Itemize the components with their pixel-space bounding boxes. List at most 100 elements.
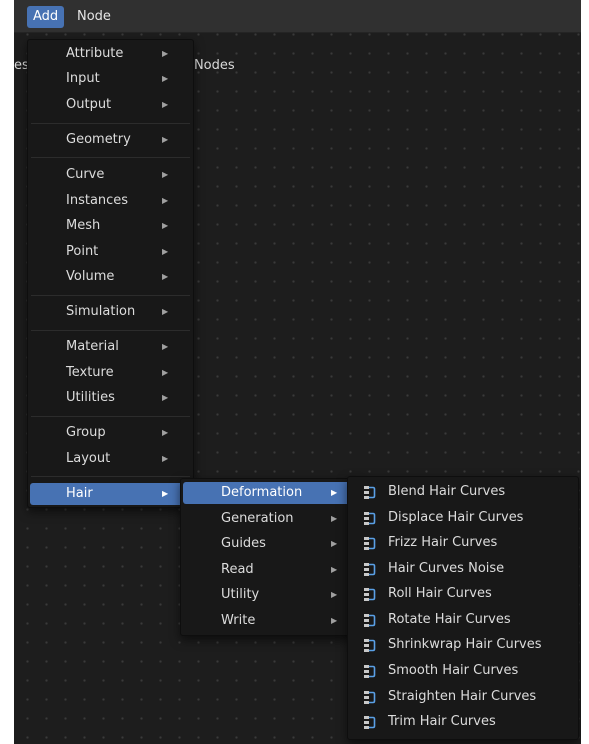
menu-item-simulation[interactable]: Simulation ▶ xyxy=(30,301,191,323)
node-group-icon xyxy=(364,716,376,729)
submenu-arrow-icon: ▶ xyxy=(162,272,169,281)
submenu-arrow-icon: ▶ xyxy=(162,489,169,498)
node-menu-button[interactable]: Node xyxy=(71,6,117,28)
menu-item-mesh[interactable]: Mesh ▶ xyxy=(30,215,191,237)
menu-item-displace-hair-curves[interactable]: Displace Hair Curves xyxy=(350,507,576,529)
menu-item-label: Volume xyxy=(66,269,115,284)
editor-header: Add Node xyxy=(14,0,581,33)
menu-item-input[interactable]: Input ▶ xyxy=(30,68,191,90)
menu-item-output[interactable]: Output ▶ xyxy=(30,94,191,116)
menu-item-utility[interactable]: Utility ▶ xyxy=(183,584,355,606)
menu-separator xyxy=(31,157,190,158)
menu-item-label: Hair Curves Noise xyxy=(388,561,505,576)
menu-item-label: Material xyxy=(66,339,119,354)
submenu-arrow-icon: ▶ xyxy=(331,539,338,548)
menu-item-trim-hair-curves[interactable]: Trim Hair Curves xyxy=(350,711,576,733)
node-group-icon xyxy=(364,563,376,576)
hair-submenu: Deformation ▶ Generation ▶ Guides ▶ Read ▶ U… xyxy=(180,478,358,636)
menu-item-utilities[interactable]: Utilities ▶ xyxy=(30,387,191,409)
menu-item-label: Displace Hair Curves xyxy=(388,510,524,525)
menu-separator xyxy=(31,476,190,477)
menu-item-generation[interactable]: Generation ▶ xyxy=(183,508,355,530)
node-group-icon xyxy=(364,512,376,525)
submenu-arrow-icon: ▶ xyxy=(331,590,338,599)
menu-item-point[interactable]: Point ▶ xyxy=(30,241,191,263)
menu-item-deformation[interactable]: Deformation ▶ xyxy=(183,482,355,504)
menu-item-label: Mesh xyxy=(66,218,101,233)
node-group-icon xyxy=(364,691,376,704)
menu-item-label: Texture xyxy=(66,365,114,380)
node-group-icon xyxy=(364,614,376,627)
menu-item-write[interactable]: Write ▶ xyxy=(183,610,355,632)
submenu-arrow-icon: ▶ xyxy=(162,170,169,179)
menu-item-hair[interactable]: Hair ▶ xyxy=(30,483,191,505)
submenu-arrow-icon: ▶ xyxy=(162,221,169,230)
menu-item-label: Group xyxy=(66,425,106,440)
submenu-arrow-icon: ▶ xyxy=(162,74,169,83)
menu-separator xyxy=(31,123,190,124)
menu-item-blend-hair-curves[interactable]: Blend Hair Curves xyxy=(350,481,576,503)
menu-item-roll-hair-curves[interactable]: Roll Hair Curves xyxy=(350,583,576,605)
node-editor[interactable]: es▶Geometry Nodes Add Node Attribute▶ In… xyxy=(14,0,581,744)
menu-item-label: Blend Hair Curves xyxy=(388,484,506,499)
menu-item-label: Trim Hair Curves xyxy=(388,714,496,729)
menu-item-hair-curves-noise[interactable]: Hair Curves Noise xyxy=(350,558,576,580)
submenu-arrow-icon: ▶ xyxy=(162,307,169,316)
submenu-arrow-icon: ▶ xyxy=(162,135,169,144)
submenu-arrow-icon: ▶ xyxy=(162,342,169,351)
menu-item-label: Generation xyxy=(221,511,294,526)
deformation-submenu: Blend Hair Curves Displace Hair Curves F… xyxy=(347,476,579,740)
menu-item-label: Layout xyxy=(66,451,111,466)
menu-item-material[interactable]: Material ▶ xyxy=(30,336,191,358)
menu-item-label: Utilities xyxy=(66,390,115,405)
menu-separator xyxy=(31,295,190,296)
menu-item-label: Simulation xyxy=(66,304,136,319)
menu-item-smooth-hair-curves[interactable]: Smooth Hair Curves xyxy=(350,660,576,682)
menu-item-label: Shrinkwrap Hair Curves xyxy=(388,637,542,652)
submenu-arrow-icon: ▶ xyxy=(331,565,338,574)
submenu-arrow-icon: ▶ xyxy=(162,393,169,402)
menu-item-curve[interactable]: Curve ▶ xyxy=(30,164,191,186)
menu-item-label: Hair xyxy=(66,486,93,501)
menu-item-layout[interactable]: Layout ▶ xyxy=(30,448,191,470)
menu-item-label: Roll Hair Curves xyxy=(388,586,492,601)
submenu-arrow-icon: ▶ xyxy=(162,454,169,463)
submenu-arrow-icon: ▶ xyxy=(162,100,169,109)
add-menu-button[interactable]: Add xyxy=(27,6,65,28)
add-menu: Attribute ▶ Input ▶ Output ▶ Geometry ▶ Curv… xyxy=(27,39,194,508)
submenu-arrow-icon: ▶ xyxy=(331,616,338,625)
node-group-icon xyxy=(364,537,376,550)
menu-item-volume[interactable]: Volume ▶ xyxy=(30,266,191,288)
menu-item-label: Rotate Hair Curves xyxy=(388,612,511,627)
submenu-arrow-icon: ▶ xyxy=(162,196,169,205)
submenu-arrow-icon: ▶ xyxy=(331,488,338,497)
menu-item-guides[interactable]: Guides ▶ xyxy=(183,533,355,555)
menu-item-label: Deformation xyxy=(221,485,303,500)
menu-item-texture[interactable]: Texture ▶ xyxy=(30,362,191,384)
menu-item-label: Output xyxy=(66,97,112,112)
menu-item-shrinkwrap-hair-curves[interactable]: Shrinkwrap Hair Curves xyxy=(350,634,576,656)
node-group-icon xyxy=(364,639,376,652)
menu-item-group[interactable]: Group ▶ xyxy=(30,422,191,444)
menu-item-geometry[interactable]: Geometry ▶ xyxy=(30,129,191,151)
menu-item-read[interactable]: Read ▶ xyxy=(183,559,355,581)
menu-item-label: Input xyxy=(66,71,100,86)
menu-item-straighten-hair-curves[interactable]: Straighten Hair Curves xyxy=(350,686,576,708)
submenu-arrow-icon: ▶ xyxy=(162,428,169,437)
menu-item-label: Frizz Hair Curves xyxy=(388,535,498,550)
menu-item-label: Point xyxy=(66,244,99,259)
submenu-arrow-icon: ▶ xyxy=(331,514,338,523)
menu-item-label: Guides xyxy=(221,536,266,551)
submenu-arrow-icon: ▶ xyxy=(162,49,169,58)
menu-item-label: Write xyxy=(221,613,256,628)
node-group-icon xyxy=(364,665,376,678)
menu-item-rotate-hair-curves[interactable]: Rotate Hair Curves xyxy=(350,609,576,631)
submenu-arrow-icon: ▶ xyxy=(162,368,169,377)
menu-item-label: Smooth Hair Curves xyxy=(388,663,519,678)
menu-item-frizz-hair-curves[interactable]: Frizz Hair Curves xyxy=(350,532,576,554)
menu-item-attribute[interactable]: Attribute ▶ xyxy=(30,43,191,65)
menu-item-label: Geometry xyxy=(66,132,131,147)
menu-item-label: Instances xyxy=(66,193,129,208)
menu-separator xyxy=(31,416,190,417)
menu-item-instances[interactable]: Instances ▶ xyxy=(30,190,191,212)
